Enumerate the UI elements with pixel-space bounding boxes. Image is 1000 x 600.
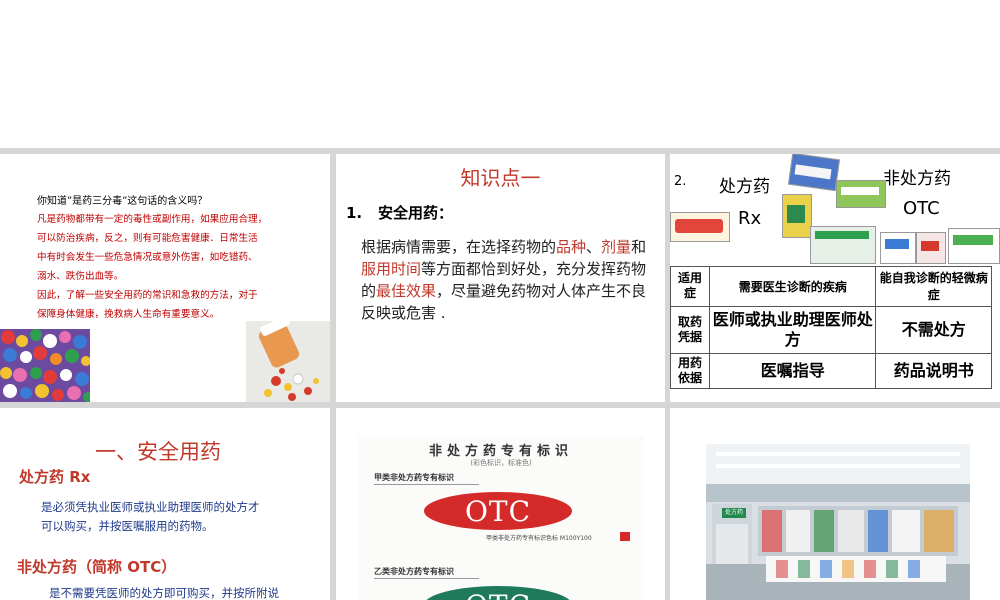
table-cell: 不需处方 — [875, 305, 992, 354]
class-b-label: 乙类非处方药专有标识 — [374, 567, 454, 576]
otc-code: OTC — [903, 198, 940, 219]
highlight-effect: 最佳效果 — [376, 282, 437, 300]
drug-box-image — [782, 194, 812, 238]
colorful-pills-image — [0, 329, 90, 402]
divider — [374, 484, 479, 485]
pharmacy-photo: 处方药 — [706, 444, 970, 600]
rx-desc-line: 可以购买，并按医嘱服用的药物。 — [41, 519, 214, 533]
slide1-body: 凡是药物都带有一定的毒性或副作用，如果应用合理， 可以防治疾病，反之，则有可能危… — [37, 210, 317, 324]
comparison-table: 适用症 需要医生诊断的疾病 能自我诊断的轻微病症 取药凭据 医师或执业助理医师处… — [670, 266, 992, 390]
otc-chart-title: 非处方药专有标识 — [428, 444, 573, 459]
slide2-heading-number: 1. — [346, 204, 363, 222]
slide-3[interactable]: 2. 处方药 Rx 非处方药 OTC 适用症 需要医生诊断的疾病 能自我诊断的轻… — [670, 154, 1000, 402]
slide1-line: 因此，了解一些安全用药的常识和急救的方法，对于 — [37, 290, 258, 301]
otc-label-chart: 非处方药专有标识 (彩色标识，标准色) 甲类非处方药专有标识 OTC 甲类非处方… — [358, 436, 644, 600]
table-cell: 药品说明书 — [875, 352, 992, 390]
slide2-heading: 1. 安全用药： — [346, 202, 453, 223]
otc-chart-subtitle: (彩色标识，标准色) — [470, 459, 532, 467]
otc-green-logo: OTC — [424, 586, 572, 600]
drug-box-image — [948, 228, 1000, 264]
slide1-line: 溺水、跌伤出血等。 — [37, 271, 124, 282]
highlight-time: 服用时间 — [361, 260, 422, 278]
rx-label: 处方药 — [719, 177, 770, 197]
para-text: 根据病情需要，在选择药物的 — [361, 238, 557, 256]
slide1-line: 凡是药物都带有一定的毒性或副作用，如果应用合理， — [37, 214, 268, 225]
class-a-label: 甲类非处方药专有标识 — [374, 473, 454, 482]
highlight-variety: 品种 — [556, 238, 587, 256]
table-row: 取药凭据 医师或执业助理医师处方 不需处方 — [670, 305, 992, 354]
table-cell: 医师或执业助理医师处方 — [708, 305, 877, 354]
slide2-paragraph: 根据病情需要，在选择药物的品种、剂量和服用时间等方面都恰到好处，充分发挥药物的最… — [361, 236, 651, 324]
drug-box-image — [788, 154, 840, 192]
slide-2[interactable]: 知识点一 1. 安全用药： 根据病情需要，在选择药物的品种、剂量和服用时间等方面都… — [336, 154, 665, 402]
table-cell: 能自我诊断的轻微病症 — [875, 266, 992, 307]
slide1-line: 可以防治疾病，反之，则有可能危害健康．日常生活 — [37, 233, 258, 244]
rx-code: Rx — [738, 208, 762, 229]
drug-box-image — [836, 180, 886, 208]
rx-desc-line: 是必须凭执业医师或执业助理医师的处方才 — [41, 500, 260, 514]
table-cell: 医嘱指导 — [708, 352, 877, 390]
otc-label: 非处方药 — [883, 169, 951, 189]
otc-heading: 非处方药（简称 OTC） — [17, 558, 177, 576]
row-header: 用药依据 — [670, 352, 710, 390]
drug-box-image — [916, 232, 946, 264]
otc-description: 是不需要凭医师的处方即可购买，并按所附说 — [49, 586, 279, 600]
rx-heading: 处方药 Rx — [19, 468, 91, 486]
slide2-title: 知识点一 — [460, 166, 541, 190]
highlight-dose: 剂量 — [601, 238, 632, 256]
drug-box-image — [810, 226, 876, 264]
pharmacy-interior-image — [706, 444, 970, 600]
para-text: 和 — [631, 238, 647, 256]
slide-4[interactable]: 一、安全用药 处方药 Rx 是必须凭执业医师或执业助理医师的处方才 可以购买，并… — [0, 408, 330, 600]
row-header: 适用症 — [670, 266, 710, 307]
table-row: 适用症 需要医生诊断的疾病 能自我诊断的轻微病症 — [670, 266, 992, 307]
row-header: 取药凭据 — [670, 305, 710, 354]
table-cell: 需要医生诊断的疾病 — [708, 266, 877, 307]
slide2-heading-text: 安全用药： — [378, 204, 454, 222]
table-row: 用药依据 医嘱指导 药品说明书 — [670, 352, 992, 390]
rx-description: 是必须凭执业医师或执业助理医师的处方才 可以购买，并按医嘱服用的药物。 — [41, 498, 321, 536]
slide-5[interactable]: 非处方药专有标识 (彩色标识，标准色) 甲类非处方药专有标识 OTC 甲类非处方… — [336, 408, 665, 600]
slide-6[interactable]: 处方药 — [670, 408, 1000, 600]
drug-box-image — [880, 232, 916, 264]
rx-sign: 处方药 — [722, 508, 746, 518]
pill-bottle-image — [246, 321, 330, 402]
color-caption: 甲类非处方药专有标识色标 M100Y100 — [486, 535, 592, 542]
red-swatch — [620, 532, 630, 541]
slide3-number: 2. — [674, 174, 687, 189]
slide1-question: 你知道”是药三分毒”这句话的含义吗？ — [37, 196, 208, 207]
para-text: 、 — [586, 238, 602, 256]
drug-box-image — [670, 212, 730, 242]
divider — [374, 578, 479, 579]
slide-1[interactable]: 你知道”是药三分毒”这句话的含义吗？ 凡是药物都带有一定的毒性或副作用，如果应用… — [0, 154, 330, 402]
otc-red-logo: OTC — [424, 492, 572, 530]
slide1-line: 中有时会发生一些危急情况或意外伤害，如吃错药、 — [37, 252, 258, 263]
slide4-title: 一、安全用药 — [95, 440, 221, 464]
